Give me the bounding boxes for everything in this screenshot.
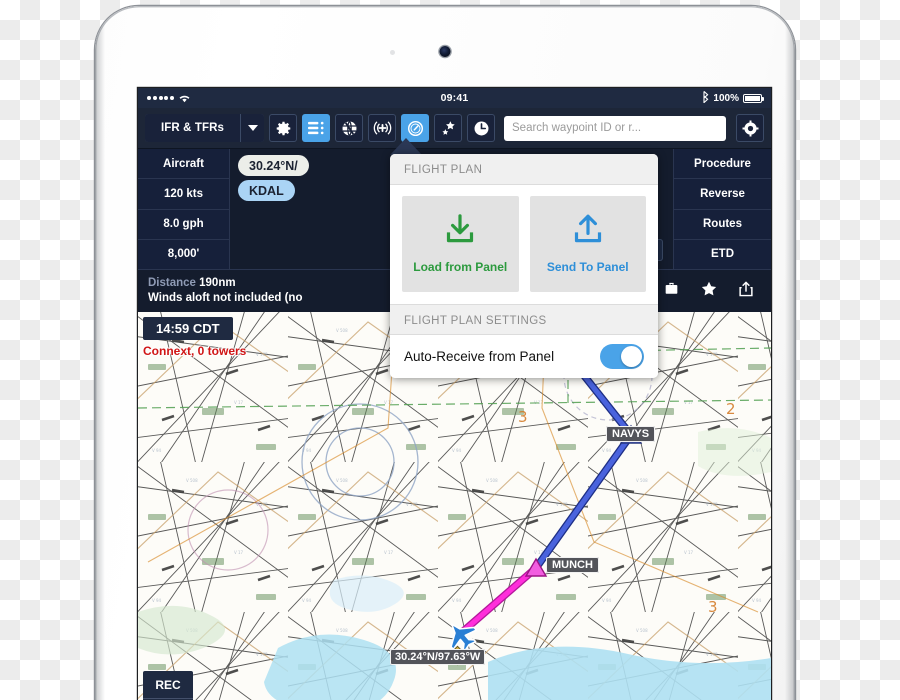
winds-note: Winds aloft not included (no [148,292,303,304]
ios-status-bar: 09:41 100% [138,88,771,108]
flightplan-button[interactable] [302,114,330,142]
popover-settings-header: FLIGHT PLAN SETTINGS [390,304,658,335]
route-waypoint-pill[interactable]: 30.24°N/ [238,155,309,176]
star-icon[interactable] [701,281,717,301]
load-from-panel-button[interactable]: Load from Panel [402,196,519,292]
status-bar-time: 09:41 [440,92,469,104]
clock-icon [473,120,490,137]
popover-header: FLIGHT PLAN [390,154,658,185]
waypoint-label-navys[interactable]: NAVYS [606,426,656,442]
aircraft-button[interactable]: Aircraft [138,149,229,180]
popover-arrow [390,138,422,155]
ipad-screen: 09:41 100% IFR & TFRs Search waypoint ID… [138,88,771,700]
gear-icon [275,120,292,137]
speed-button[interactable]: 120 kts [138,179,229,210]
svg-text:3: 3 [708,598,718,616]
fuelburn-button[interactable]: 8.0 gph [138,209,229,240]
route-waypoint-pill[interactable]: KDAL [238,180,295,201]
distance-summary: Distance 190nm Winds aloft not included … [148,276,303,306]
auto-receive-row[interactable]: Auto-Receive from Panel [390,335,658,378]
search-input[interactable]: Search waypoint ID or r... [504,115,726,141]
front-camera [439,46,451,57]
layers-label[interactable]: IFR & TFRs [145,114,240,142]
distance-value: 190nm [199,277,236,289]
route-actions-column: Procedure Reverse Routes ETD [673,149,771,269]
upload-icon [571,214,605,251]
ipad-device: 09:41 100% IFR & TFRs Search waypoint ID… [95,6,795,700]
popover-actions: Load from Panel Send To Panel [390,185,658,304]
settings-button[interactable] [269,114,297,142]
waypoint-label-munch[interactable]: MUNCH [546,557,599,573]
share-icon[interactable] [739,281,753,302]
connext-popover: FLIGHT PLAN Load from Panel Send To Pane… [390,154,658,378]
send-to-panel-button[interactable]: Send To Panel [529,196,646,292]
ambient-light-sensor [390,50,395,55]
locate-button[interactable] [736,114,764,142]
aircraft-column: Aircraft 120 kts 8.0 gph 8,000' [138,149,230,269]
routes-button[interactable]: Routes [674,209,771,240]
timer-button[interactable] [467,114,495,142]
auto-receive-toggle[interactable] [600,344,644,369]
altitude-button[interactable]: 8,000' [138,239,229,269]
layers-selector[interactable]: IFR & TFRs [145,114,264,142]
battery-icon [743,93,764,103]
search-placeholder: Search waypoint ID or r... [512,122,642,134]
chevron-down-icon [247,125,258,131]
clock-overlay[interactable]: 14:59 CDT [143,317,233,340]
distance-label: Distance [148,277,196,289]
connext-status-overlay: Connext, 0 towers [143,344,247,358]
gauge-icon [407,120,424,137]
send-to-panel-label: Send To Panel [546,260,629,274]
recording-overlay[interactable]: REC 00:00 [143,671,193,700]
layers-dropdown-button[interactable] [240,114,264,142]
reverse-button[interactable]: Reverse [674,179,771,210]
stars-icon [440,120,457,137]
load-from-panel-label: Load from Panel [413,260,508,274]
app-toolbar: IFR & TFRs Search waypoint ID or r... [138,108,771,149]
download-icon [443,214,477,251]
ownship-position-label: 30.24°N/97.63°W [390,649,486,665]
list-icon [307,121,325,135]
procedure-button[interactable]: Procedure [674,149,771,180]
etd-button[interactable]: ETD [674,239,771,269]
scratchpad-button[interactable] [434,114,462,142]
broadcast-icon [373,120,392,136]
svg-text:3: 3 [518,408,528,426]
globe-icon [341,120,358,137]
svg-text:2: 2 [726,400,736,418]
briefcase-icon[interactable] [664,281,679,301]
crosshair-icon [742,120,759,137]
rec-label: REC [155,678,181,692]
auto-receive-label: Auto-Receive from Panel [404,349,555,364]
plates-button[interactable] [335,114,363,142]
